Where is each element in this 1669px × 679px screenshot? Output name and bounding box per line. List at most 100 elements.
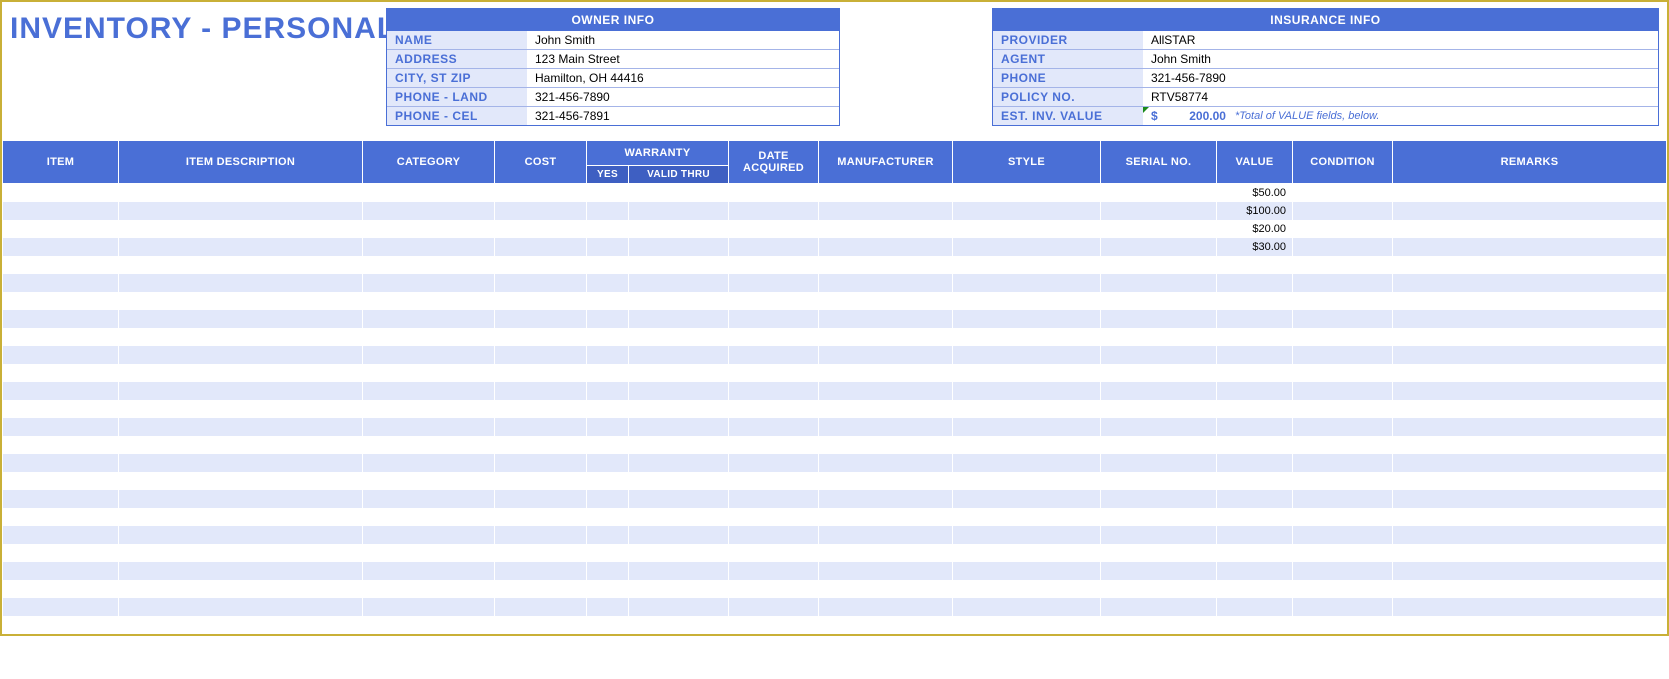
table-cell[interactable] — [1393, 346, 1667, 364]
table-cell[interactable] — [953, 328, 1101, 346]
table-cell[interactable] — [819, 184, 953, 202]
table-cell[interactable] — [629, 418, 729, 436]
table-cell[interactable] — [3, 328, 119, 346]
table-cell[interactable] — [629, 472, 729, 490]
table-cell[interactable] — [629, 436, 729, 454]
table-cell[interactable] — [1101, 220, 1217, 238]
table-cell[interactable] — [119, 346, 363, 364]
table-cell[interactable] — [729, 544, 819, 562]
table-cell[interactable] — [729, 382, 819, 400]
table-cell[interactable] — [953, 184, 1101, 202]
table-cell[interactable] — [729, 220, 819, 238]
table-cell[interactable] — [3, 364, 119, 382]
table-cell[interactable] — [587, 238, 629, 256]
table-cell[interactable] — [495, 256, 587, 274]
table-cell[interactable] — [1217, 328, 1293, 346]
table-cell[interactable] — [1293, 256, 1393, 274]
table-cell[interactable] — [495, 274, 587, 292]
table-cell[interactable] — [495, 454, 587, 472]
col-warranty-yes[interactable]: YES — [587, 166, 629, 184]
table-cell[interactable] — [1393, 292, 1667, 310]
table-cell[interactable] — [1101, 256, 1217, 274]
table-cell[interactable] — [363, 220, 495, 238]
table-cell[interactable] — [119, 490, 363, 508]
table-cell[interactable] — [1393, 220, 1667, 238]
table-cell[interactable] — [953, 382, 1101, 400]
table-cell[interactable] — [1101, 436, 1217, 454]
table-cell[interactable] — [1293, 526, 1393, 544]
table-cell[interactable] — [729, 526, 819, 544]
table-cell[interactable] — [587, 274, 629, 292]
table-cell[interactable] — [629, 256, 729, 274]
table-cell[interactable] — [1293, 508, 1393, 526]
table-cell[interactable] — [3, 274, 119, 292]
table-cell[interactable] — [729, 616, 819, 634]
table-cell[interactable] — [629, 562, 729, 580]
table-cell[interactable] — [1393, 202, 1667, 220]
table-cell[interactable] — [3, 616, 119, 634]
table-cell[interactable] — [3, 418, 119, 436]
table-cell[interactable] — [119, 292, 363, 310]
table-cell[interactable] — [119, 580, 363, 598]
table-cell[interactable] — [495, 364, 587, 382]
table-cell[interactable] — [1293, 238, 1393, 256]
owner-info-value[interactable]: Hamilton, OH 44416 — [527, 69, 839, 87]
table-cell[interactable] — [819, 238, 953, 256]
table-cell[interactable] — [953, 472, 1101, 490]
table-cell[interactable] — [819, 526, 953, 544]
table-cell[interactable] — [587, 328, 629, 346]
table-cell[interactable] — [1293, 202, 1393, 220]
table-cell[interactable] — [1217, 436, 1293, 454]
table-cell[interactable] — [819, 400, 953, 418]
table-cell[interactable] — [1101, 382, 1217, 400]
table-cell[interactable] — [3, 472, 119, 490]
table-cell[interactable] — [1217, 580, 1293, 598]
table-cell[interactable] — [819, 490, 953, 508]
owner-info-value[interactable]: 321-456-7891 — [527, 107, 839, 125]
col-manufacturer[interactable]: MANUFACTURER — [819, 141, 953, 184]
table-cell[interactable] — [363, 364, 495, 382]
table-cell[interactable] — [819, 310, 953, 328]
table-cell[interactable] — [819, 436, 953, 454]
table-cell[interactable] — [3, 490, 119, 508]
table-cell[interactable] — [1217, 418, 1293, 436]
table-cell[interactable] — [3, 436, 119, 454]
table-cell[interactable] — [629, 184, 729, 202]
table-cell[interactable] — [1393, 598, 1667, 616]
table-cell[interactable] — [495, 490, 587, 508]
table-cell[interactable] — [3, 184, 119, 202]
table-cell[interactable] — [1217, 526, 1293, 544]
table-cell[interactable] — [363, 526, 495, 544]
table-cell[interactable] — [363, 580, 495, 598]
table-cell[interactable] — [119, 274, 363, 292]
table-cell[interactable] — [819, 364, 953, 382]
table-cell[interactable] — [629, 382, 729, 400]
table-cell[interactable] — [629, 238, 729, 256]
table-cell[interactable] — [587, 292, 629, 310]
table-cell[interactable] — [363, 382, 495, 400]
table-cell[interactable] — [587, 364, 629, 382]
table-cell[interactable] — [953, 418, 1101, 436]
table-cell[interactable] — [819, 202, 953, 220]
table-cell[interactable] — [3, 454, 119, 472]
table-cell[interactable] — [587, 598, 629, 616]
table-cell[interactable] — [363, 562, 495, 580]
table-cell[interactable] — [1101, 184, 1217, 202]
table-cell[interactable] — [363, 598, 495, 616]
table-cell[interactable] — [729, 274, 819, 292]
table-cell[interactable] — [495, 400, 587, 418]
table-cell[interactable] — [1101, 508, 1217, 526]
table-cell[interactable] — [1393, 562, 1667, 580]
table-cell[interactable] — [953, 598, 1101, 616]
table-cell[interactable] — [587, 508, 629, 526]
table-cell[interactable] — [119, 472, 363, 490]
table-cell[interactable] — [629, 508, 729, 526]
table-cell[interactable] — [587, 310, 629, 328]
table-cell[interactable] — [1293, 418, 1393, 436]
table-cell[interactable] — [587, 490, 629, 508]
table-cell[interactable] — [1293, 544, 1393, 562]
table-cell[interactable] — [587, 256, 629, 274]
col-description[interactable]: ITEM DESCRIPTION — [119, 141, 363, 184]
table-cell[interactable] — [1217, 472, 1293, 490]
table-cell[interactable] — [363, 328, 495, 346]
